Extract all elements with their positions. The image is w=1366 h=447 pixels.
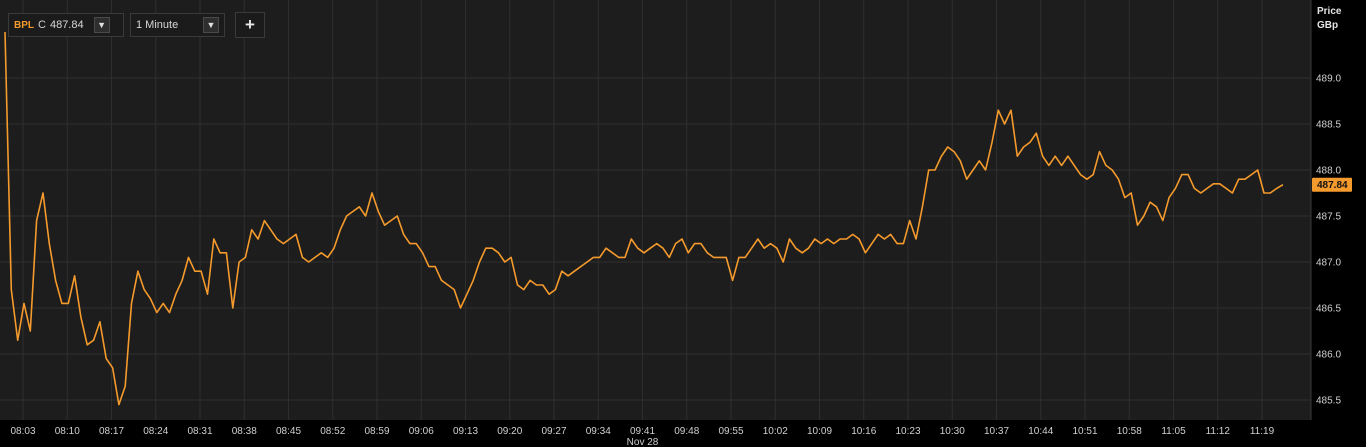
x-tick-label: 08:59 (364, 426, 389, 437)
plot-background (0, 0, 1311, 420)
x-tick-label: 09:34 (586, 426, 611, 437)
x-tick-label: 11:19 (1250, 426, 1275, 437)
y-tick-label: 487.5 (1316, 212, 1341, 223)
price-axis-title-line1: Price (1317, 6, 1342, 17)
x-tick-label: 10:23 (895, 426, 920, 437)
add-indicator-button[interactable]: + (235, 12, 265, 38)
y-tick-label: 485.5 (1316, 396, 1341, 407)
x-tick-label: 08:38 (232, 426, 257, 437)
x-tick-label: 09:55 (718, 426, 743, 437)
x-tick-label: 10:16 (851, 426, 876, 437)
x-tick-label: 08:31 (187, 426, 212, 437)
x-tick-label: 08:17 (99, 426, 124, 437)
price-axis: 489.0 488.5 488.0 487.5 487.0 486.5 486.0 485.5 (1316, 74, 1341, 407)
x-tick-label: 10:44 (1028, 426, 1053, 437)
x-tick-label: 09:48 (674, 426, 699, 437)
x-tick-label: 08:03 (10, 426, 35, 437)
x-tick-label: 10:37 (984, 426, 1009, 437)
x-tick-label: 10:58 (1117, 426, 1142, 437)
symbol-label: BPL (14, 19, 34, 31)
x-tick-label: 11:12 (1206, 426, 1231, 437)
current-price-tag-label: 487.84 (1317, 180, 1348, 191)
chart-toolbar: BPL C 487.84 ▼ 1 Minute ▼ + (8, 12, 265, 38)
time-axis: 08:03 08:10 08:17 08:24 08:31 08:38 08:45 08:52… (10, 426, 1274, 447)
y-tick-label: 486.0 (1316, 350, 1341, 361)
price-axis-unit: GBp (1317, 20, 1339, 31)
current-price-tag: 487.84 (1312, 177, 1352, 192)
x-tick-label: 08:52 (320, 426, 345, 437)
x-tick-label: 10:02 (763, 426, 788, 437)
close-value: 487.84 (49, 19, 84, 31)
x-tick-label: 09:27 (541, 426, 566, 437)
interval-dropdown-arrow-icon[interactable]: ▼ (203, 17, 219, 33)
x-tick-label: 10:09 (807, 426, 832, 437)
y-tick-label: 489.0 (1316, 74, 1341, 85)
interval-label: 1 Minute (136, 19, 179, 31)
date-label: Nov 28 (627, 437, 659, 447)
y-tick-label: 488.5 (1316, 120, 1341, 131)
x-tick-label: 08:45 (276, 426, 301, 437)
interval-selector[interactable]: 1 Minute ▼ (130, 13, 225, 37)
x-tick-label: 09:06 (409, 426, 434, 437)
y-tick-label: 488.0 (1316, 166, 1341, 177)
x-tick-label: 10:30 (940, 426, 965, 437)
symbol-selector[interactable]: BPL C 487.84 ▼ (8, 13, 124, 37)
price-axis-title: Price GBp (1317, 5, 1341, 33)
x-tick-label: 10:51 (1072, 426, 1097, 437)
x-tick-label: 09:13 (453, 426, 478, 437)
symbol-dropdown-arrow-icon[interactable]: ▼ (93, 17, 110, 33)
y-tick-label: 486.5 (1316, 304, 1341, 315)
close-prefix: C (38, 19, 46, 31)
y-tick-label: 487.0 (1316, 258, 1341, 269)
x-tick-label: 08:24 (143, 426, 168, 437)
price-chart[interactable]: 08:03 08:10 08:17 08:24 08:31 08:38 08:45 08:52… (0, 0, 1366, 447)
x-tick-label: 11:05 (1161, 426, 1186, 437)
x-tick-label: 09:20 (497, 426, 522, 437)
x-tick-label: 08:10 (55, 426, 80, 437)
x-tick-label: 09:41 (630, 426, 655, 437)
